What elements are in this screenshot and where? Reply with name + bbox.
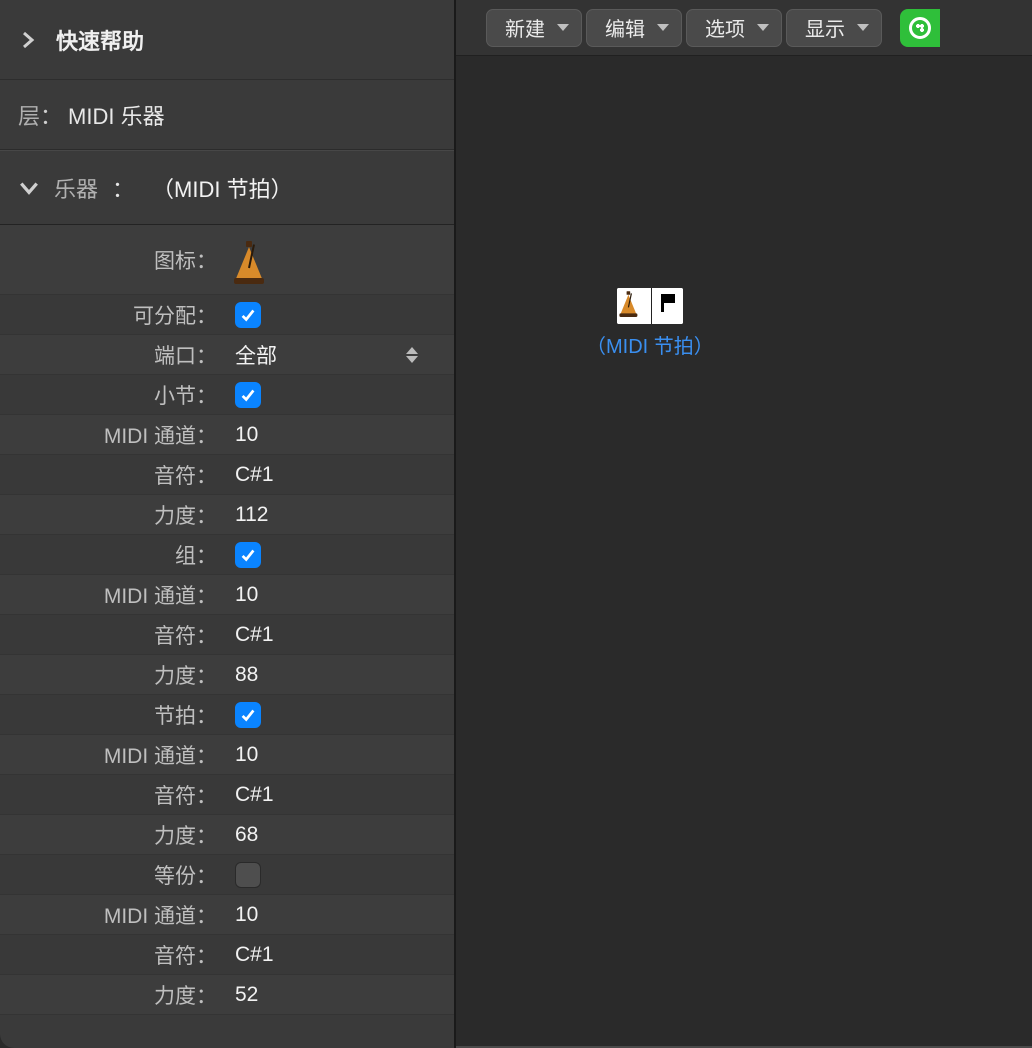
environment-canvas[interactable]: （MIDI 节拍） xyxy=(456,56,1032,1048)
chevron-right-icon xyxy=(18,30,38,50)
flag-icon xyxy=(659,294,675,312)
row-note-3: 音符 C#1 xyxy=(0,775,454,815)
row-bar: 小节 xyxy=(0,375,454,415)
vel-3-value[interactable]: 68 xyxy=(225,823,454,847)
note-1-value[interactable]: C#1 xyxy=(225,463,454,487)
midich-2-value[interactable]: 10 xyxy=(225,583,454,607)
chevron-down-icon xyxy=(857,24,869,31)
node-icon xyxy=(617,288,683,324)
stepper-icon xyxy=(406,342,424,368)
vel-4-value[interactable]: 52 xyxy=(225,983,454,1007)
midich-3-value[interactable]: 10 xyxy=(225,743,454,767)
layer-value: MIDI 乐器 xyxy=(68,99,165,131)
row-icon-label: 图标 xyxy=(0,245,225,275)
chevron-down-icon xyxy=(657,24,669,31)
row-group: 组 xyxy=(0,535,454,575)
row-note-4: 音符 C#1 xyxy=(0,935,454,975)
row-midich-1: MIDI 通道 10 xyxy=(0,415,454,455)
row-beat: 节拍 xyxy=(0,695,454,735)
row-division: 等份 xyxy=(0,855,454,895)
row-note-2: 音符 C#1 xyxy=(0,615,454,655)
node-caption: （MIDI 节拍） xyxy=(586,330,714,359)
assignable-checkbox[interactable] xyxy=(235,302,261,328)
midi-click-node[interactable]: （MIDI 节拍） xyxy=(586,288,714,359)
palette-icon xyxy=(909,17,931,39)
view-menu[interactable]: 显示 xyxy=(786,9,882,47)
quick-help-title: 快速帮助 xyxy=(56,24,144,56)
vel-2-value[interactable]: 88 xyxy=(225,663,454,687)
row-assignable: 可分配 xyxy=(0,295,454,335)
inspector-sidebar: 快速帮助 层 ： MIDI 乐器 乐器 ： （MIDI 节拍） 图标 xyxy=(0,0,456,1048)
port-select[interactable]: 全部 xyxy=(235,340,430,370)
row-note-1: 音符 C#1 xyxy=(0,455,454,495)
instrument-label: 乐器 xyxy=(54,172,98,204)
note-4-value[interactable]: C#1 xyxy=(225,943,454,967)
chevron-down-icon xyxy=(557,24,569,31)
chevron-down-icon xyxy=(18,177,40,199)
instrument-row[interactable]: 乐器 ： （MIDI 节拍） xyxy=(0,150,454,225)
main-area: 新建 编辑 选项 显示 xyxy=(456,0,1032,1048)
midich-4-value[interactable]: 10 xyxy=(225,903,454,927)
edit-menu[interactable]: 编辑 xyxy=(586,9,682,47)
port-value: 全部 xyxy=(235,340,277,370)
row-midich-2: MIDI 通道 10 xyxy=(0,575,454,615)
quick-help-header[interactable]: 快速帮助 xyxy=(0,0,454,80)
color-button[interactable] xyxy=(900,9,940,47)
division-checkbox[interactable] xyxy=(235,862,261,888)
metronome-icon xyxy=(235,239,263,281)
note-3-value[interactable]: C#1 xyxy=(225,783,454,807)
row-vel-3: 力度 68 xyxy=(0,815,454,855)
options-menu[interactable]: 选项 xyxy=(686,9,782,47)
row-midich-3: MIDI 通道 10 xyxy=(0,735,454,775)
group-checkbox[interactable] xyxy=(235,542,261,568)
new-menu[interactable]: 新建 xyxy=(486,9,582,47)
note-2-value[interactable]: C#1 xyxy=(225,623,454,647)
layer-label: 层 xyxy=(18,99,40,131)
toolbar: 新建 编辑 选项 显示 xyxy=(456,0,1032,56)
instrument-value: （MIDI 节拍） xyxy=(152,172,293,204)
chevron-down-icon xyxy=(757,24,769,31)
row-port: 端口 全部 xyxy=(0,335,454,375)
property-rows: 图标 可分配 端口 全部 xyxy=(0,225,454,1048)
row-vel-1: 力度 112 xyxy=(0,495,454,535)
row-midich-4: MIDI 通道 10 xyxy=(0,895,454,935)
bar-checkbox[interactable] xyxy=(235,382,261,408)
options-label: 选项 xyxy=(705,13,745,42)
beat-checkbox[interactable] xyxy=(235,702,261,728)
row-vel-2: 力度 88 xyxy=(0,655,454,695)
row-icon: 图标 xyxy=(0,225,454,295)
edit-label: 编辑 xyxy=(605,13,645,42)
vel-1-value[interactable]: 112 xyxy=(225,503,454,527)
view-label: 显示 xyxy=(805,13,845,42)
midich-1-value[interactable]: 10 xyxy=(225,423,454,447)
layer-row[interactable]: 层 ： MIDI 乐器 xyxy=(0,80,454,150)
row-icon-value[interactable] xyxy=(225,239,454,281)
row-vel-4: 力度 52 xyxy=(0,975,454,1015)
metronome-icon xyxy=(620,290,637,315)
new-label: 新建 xyxy=(505,13,545,42)
